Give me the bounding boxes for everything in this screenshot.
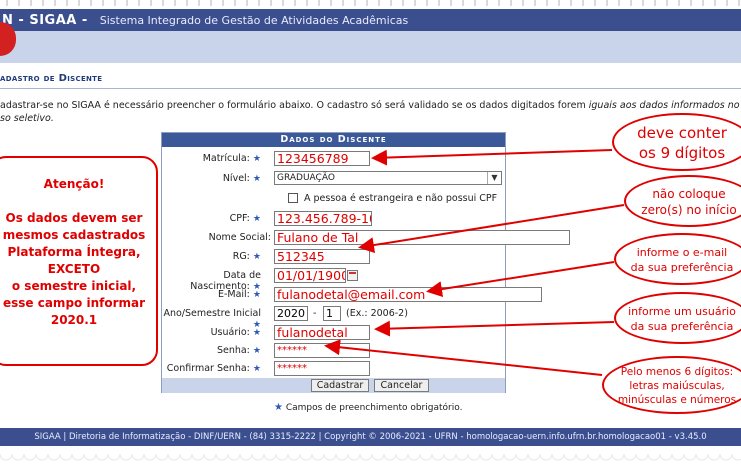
- matricula-input[interactable]: 123456789: [274, 151, 370, 166]
- rg-input[interactable]: 512345: [274, 249, 370, 264]
- app-subtitle: Sistema Integrado de Gestão de Atividade…: [99, 13, 409, 27]
- label-cpf: CPF: ★: [229, 213, 261, 224]
- required-note: ★ Campos de preenchimento obrigatório.: [274, 402, 462, 413]
- calendar-icon[interactable]: [347, 270, 358, 281]
- page-title: adastro de Discente: [0, 73, 103, 84]
- app-header: N - SIGAA - Sistema Integrado de Gestão …: [0, 9, 741, 31]
- label-confirmar-senha: Confirmar Senha: ★: [166, 363, 261, 374]
- callout-usuario: informe um usuário da sua preferência: [614, 292, 741, 344]
- required-star-icon: ★: [252, 364, 261, 374]
- attention-line: Os dados devem ser: [5, 211, 143, 225]
- intro-line2-italic: so seletivo.: [0, 113, 54, 124]
- attention-line: Plataforma Íntegra,: [7, 245, 141, 259]
- nome-social-input[interactable]: Fulano de Tal: [274, 230, 570, 245]
- email-input[interactable]: fulanodetal@email.com: [274, 287, 542, 302]
- nivel-select[interactable]: GRADUAÇÃO ▼: [274, 171, 502, 185]
- required-note-text: Campos de preenchimento obrigatório.: [285, 403, 463, 413]
- chevron-down-icon: ▼: [487, 172, 501, 184]
- attention-line: [0, 193, 156, 210]
- required-star-icon: ★: [252, 154, 261, 164]
- required-star-icon: ★: [252, 328, 261, 338]
- label-matricula: Matrícula: ★: [202, 153, 261, 164]
- label-senha: Senha: ★: [216, 345, 261, 356]
- nivel-select-value: GRADUAÇÃO: [277, 173, 335, 183]
- usuario-input[interactable]: fulanodetal: [274, 325, 370, 340]
- estrangeira-checkbox[interactable]: [288, 193, 298, 203]
- callout-matricula: deve conter os 9 dígitos: [612, 113, 741, 171]
- attention-line: esse campo informar: [2, 296, 146, 310]
- callout-email: informe o e-mail da sua preferência: [614, 233, 741, 285]
- header-subbar: [0, 31, 741, 63]
- intro-text: adastrar-se no SIGAA é necessário preenc…: [0, 99, 741, 125]
- ano-semestre-hint: (Ex.: 2006-2): [346, 308, 408, 319]
- required-star-icon: ★: [252, 290, 261, 300]
- callout-senha: Pelo menos 6 dígitos: letras maiúsculas,…: [602, 356, 741, 414]
- estrangeira-label: A pessoa é estrangeira e não possui CPF: [304, 193, 498, 204]
- attention-line: Atenção!: [43, 177, 105, 191]
- attention-note-box: Atenção! Os dados devem ser mesmos cadas…: [0, 156, 158, 366]
- intro-line1: adastrar-se no SIGAA é necessário preenc…: [0, 100, 589, 111]
- app-brand: N - SIGAA -: [2, 12, 88, 28]
- attention-line: mesmos cadastrados: [2, 228, 146, 242]
- attention-line: o semestre inicial,: [11, 279, 137, 293]
- intro-line1-italic: iguais aos dados informados no: [588, 100, 740, 111]
- student-form-panel: Dados do Discente Matrícula: ★ 123456789…: [161, 132, 570, 393]
- title-divider: [0, 88, 741, 89]
- label-rg: RG: ★: [232, 251, 261, 262]
- form-button-bar: Cadastrar Cancelar: [162, 378, 505, 393]
- nascimento-input[interactable]: 01/01/1900: [274, 268, 346, 283]
- label-nome-social: Nome Social:: [208, 232, 271, 243]
- torn-edge-bottom: [0, 454, 741, 464]
- cadastrar-button[interactable]: Cadastrar: [311, 379, 369, 392]
- cancelar-button[interactable]: Cancelar: [374, 379, 429, 392]
- label-usuario: Usuário: ★: [210, 327, 261, 338]
- ano-input[interactable]: 2020: [274, 306, 308, 321]
- label-nivel: Nível: ★: [222, 173, 261, 184]
- form-title: Dados do Discente: [162, 133, 505, 147]
- torn-edge-top: [0, 0, 741, 6]
- cpf-input[interactable]: 123.456.789-10: [274, 211, 372, 226]
- required-star-icon: ★: [252, 174, 261, 184]
- attention-line: EXCETO: [47, 262, 101, 276]
- label-email: E-Mail: ★: [217, 289, 261, 300]
- required-star-icon: ★: [274, 402, 283, 413]
- attention-line: 2020.1: [50, 313, 98, 327]
- senha-input[interactable]: ******: [274, 343, 370, 358]
- ano-semestre-separator: -: [313, 308, 317, 319]
- footer-bar: SIGAA | Diretoria de Informatização - DI…: [0, 428, 741, 446]
- confirmar-senha-input[interactable]: ******: [274, 361, 370, 376]
- required-star-icon: ★: [252, 346, 261, 356]
- required-star-icon: ★: [252, 252, 261, 262]
- required-star-icon: ★: [252, 214, 261, 224]
- callout-cpf: não coloque zero(s) no início: [624, 175, 741, 227]
- semestre-input[interactable]: 1: [323, 306, 341, 321]
